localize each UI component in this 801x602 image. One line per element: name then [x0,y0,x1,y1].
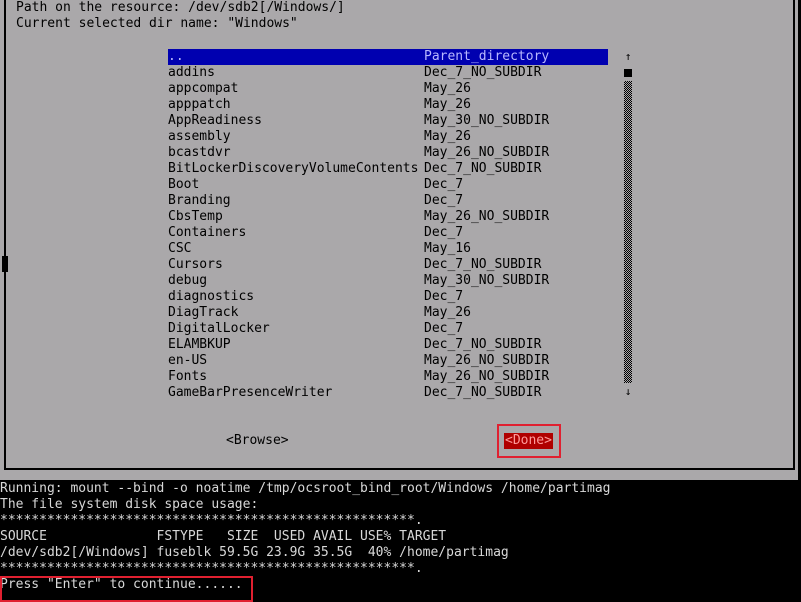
terminal-line: ****************************************… [0,561,423,576]
list-item[interactable]: GameBarPresenceWriter Dec_7_NO_SUBDIR [168,385,608,401]
dir-name: DiagTrack [168,305,239,320]
scrollbar-thumb[interactable] [624,69,632,77]
list-item[interactable]: Branding Dec_7 [168,193,608,209]
terminal-line: /dev/sdb2[/Windows] fuseblk 59.5G 23.9G … [0,545,509,560]
list-item[interactable]: ELAMBKUP Dec_7_NO_SUBDIR [168,337,608,353]
dir-name: CSC [168,241,192,256]
scrollbar-track[interactable] [624,81,632,383]
dir-info: May_16 [424,241,471,256]
dir-name: AppReadiness [168,113,262,128]
dir-name: debug [168,273,208,288]
list-item[interactable]: appcompat May_26 [168,81,608,97]
dir-name: DigitalLocker [168,321,270,336]
dir-info: May_26 [424,97,471,112]
dir-name: addins [168,65,215,80]
list-item[interactable]: bcastdvr May_26_NO_SUBDIR [168,145,608,161]
dir-name: Fonts [168,369,208,384]
dir-name: apppatch [168,97,231,112]
scroll-down-arrow-icon[interactable]: ↓ [623,384,633,400]
dir-info: May_26 [424,129,471,144]
dir-name: Cursors [168,257,223,272]
list-item-parent-directory[interactable]: .. Parent_directory [168,49,608,65]
dir-info: Dec_7 [424,321,464,336]
list-item[interactable]: Fonts May_26_NO_SUBDIR [168,369,608,385]
dir-info: Parent_directory [424,49,550,64]
list-item[interactable]: assembly May_26 [168,129,608,145]
list-item[interactable]: Containers Dec_7 [168,225,608,241]
dir-info: May_30_NO_SUBDIR [424,113,550,128]
terminal-line: Running: mount --bind -o noatime /tmp/oc… [0,481,611,496]
dir-info: May_26 [424,81,471,96]
list-item[interactable]: CSC May_16 [168,241,608,257]
dir-info: Dec_7 [424,225,464,240]
directory-browser-dialog: Path on the resource: /dev/sdb2[/Windows… [0,0,801,480]
list-item[interactable]: BitLockerDiscoveryVolumeContents Dec_7_NO… [168,161,608,177]
cursor-marker [2,256,8,272]
dir-name: .. [168,49,184,64]
dir-name: bcastdvr [168,145,231,160]
terminal-line: ****************************************… [0,513,423,528]
dir-info: May_26_NO_SUBDIR [424,353,550,368]
dir-info: Dec_7_NO_SUBDIR [424,257,542,272]
dir-info: Dec_7_NO_SUBDIR [424,385,542,400]
list-item[interactable]: en-US May_26_NO_SUBDIR [168,353,608,369]
dir-name: diagnostics [168,289,255,304]
dir-name: assembly [168,129,231,144]
list-item[interactable]: DiagTrack May_26 [168,305,608,321]
list-item[interactable]: Cursors Dec_7_NO_SUBDIR [168,257,608,273]
dir-name: Boot [168,177,200,192]
browse-button[interactable]: <Browse> [226,433,289,449]
dir-name: BitLockerDiscoveryVolumeContents [168,161,419,176]
dir-info: Dec_7 [424,177,464,192]
list-item[interactable]: CbsTemp May_26_NO_SUBDIR [168,209,608,225]
scroll-up-arrow-icon[interactable]: ↑ [623,49,633,65]
dir-name: en-US [168,353,208,368]
dir-name: appcompat [168,81,239,96]
current-dir-label: Current selected dir name: "Windows" [16,16,298,31]
resource-path-label: Path on the resource: /dev/sdb2[/Windows… [16,0,345,15]
dir-name: Branding [168,193,231,208]
list-item[interactable]: addins Dec_7_NO_SUBDIR [168,65,608,81]
dir-name: GameBarPresenceWriter [168,385,333,400]
terminal-line: The file system disk space usage: [0,497,259,512]
dir-name: CbsTemp [168,209,223,224]
list-item[interactable]: AppReadiness May_30_NO_SUBDIR [168,113,608,129]
dir-info: Dec_7_NO_SUBDIR [424,337,542,352]
list-item[interactable]: diagnostics Dec_7 [168,289,608,305]
directory-list[interactable]: .. Parent_directory addins Dec_7_NO_SUBDIR a… [168,49,608,401]
dir-info: Dec_7_NO_SUBDIR [424,161,542,176]
list-item[interactable]: debug May_30_NO_SUBDIR [168,273,608,289]
dir-info: Dec_7_NO_SUBDIR [424,65,542,80]
list-item[interactable]: apppatch May_26 [168,97,608,113]
terminal-line: SOURCE FSTYPE SIZE USED AVAIL USE% TARGE… [0,529,447,544]
press-enter-highlight-box [0,576,253,602]
list-item[interactable]: DigitalLocker Dec_7 [168,321,608,337]
dir-info: May_26_NO_SUBDIR [424,209,550,224]
dir-info: May_26_NO_SUBDIR [424,145,550,160]
dir-info: Dec_7 [424,289,464,304]
dir-info: Dec_7 [424,193,464,208]
dir-name: Containers [168,225,247,240]
list-item[interactable]: Boot Dec_7 [168,177,608,193]
dir-info: May_26 [424,305,471,320]
done-button-highlight-box [497,424,561,458]
dir-info: May_30_NO_SUBDIR [424,273,550,288]
dir-info: May_26_NO_SUBDIR [424,369,550,384]
dir-name: ELAMBKUP [168,337,231,352]
